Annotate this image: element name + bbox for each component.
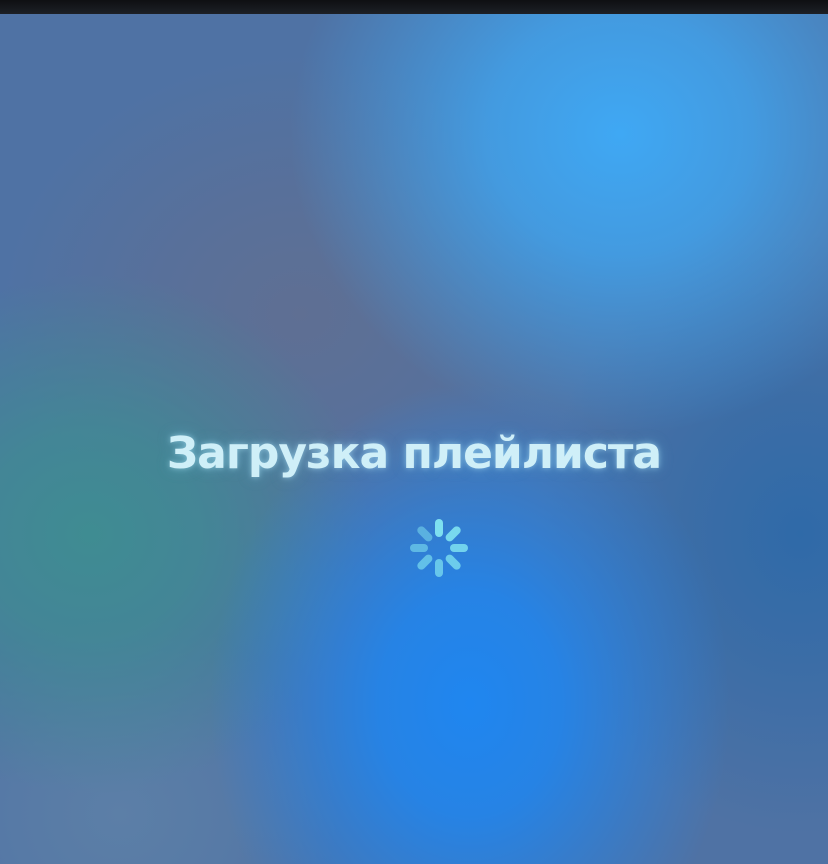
spinner-spoke xyxy=(450,544,468,552)
spinner-spoke xyxy=(417,526,433,542)
spinner-spoke xyxy=(435,519,443,537)
loading-title: Загрузка плейлиста xyxy=(166,428,662,479)
loading-screen: Загрузка плейлиста xyxy=(0,14,828,864)
spinner-spoke xyxy=(410,544,428,552)
activity-spinner-icon xyxy=(410,519,468,577)
screen-bezel xyxy=(0,0,828,14)
spinner-spoke xyxy=(417,554,433,570)
spinner-spoke xyxy=(445,554,461,570)
spinner-spoke xyxy=(445,526,461,542)
spinner-spoke xyxy=(435,559,443,577)
